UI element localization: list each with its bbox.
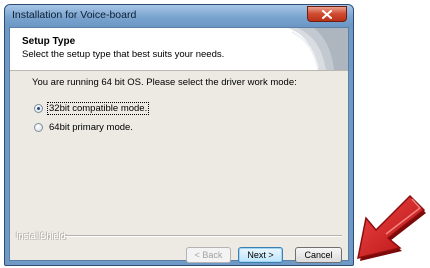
back-button[interactable]: < Back	[186, 247, 231, 263]
installer-window: Installation for Voice-board Setup Type …	[4, 4, 354, 266]
next-button[interactable]: Next >	[238, 247, 283, 263]
option-64bit-label[interactable]: 64bit primary mode.	[48, 122, 134, 133]
dialog-client-area: Setup Type Select the setup type that be…	[9, 27, 349, 263]
window-title: Installation for Voice-board	[12, 9, 137, 21]
header-title: Setup Type	[22, 36, 76, 47]
installshield-brand: InstallShield	[16, 231, 66, 241]
header-subtitle: Select the setup type that best suits yo…	[22, 49, 225, 60]
radio-64bit[interactable]	[34, 123, 43, 132]
cancel-button[interactable]: Cancel	[295, 247, 342, 263]
radio-32bit[interactable]	[34, 104, 43, 113]
dialog-header: Setup Type Select the setup type that be…	[10, 28, 348, 71]
title-bar[interactable]: Installation for Voice-board	[5, 5, 353, 27]
mode-prompt: You are running 64 bit OS. Please select…	[32, 77, 297, 88]
installer-banner-graphic	[288, 28, 348, 70]
close-icon	[322, 10, 332, 19]
red-arrow-annotation-icon	[357, 194, 426, 261]
option-32bit-label[interactable]: 32bit compatible mode.	[46, 102, 150, 115]
close-button[interactable]	[307, 6, 347, 22]
footer-divider	[65, 235, 342, 237]
